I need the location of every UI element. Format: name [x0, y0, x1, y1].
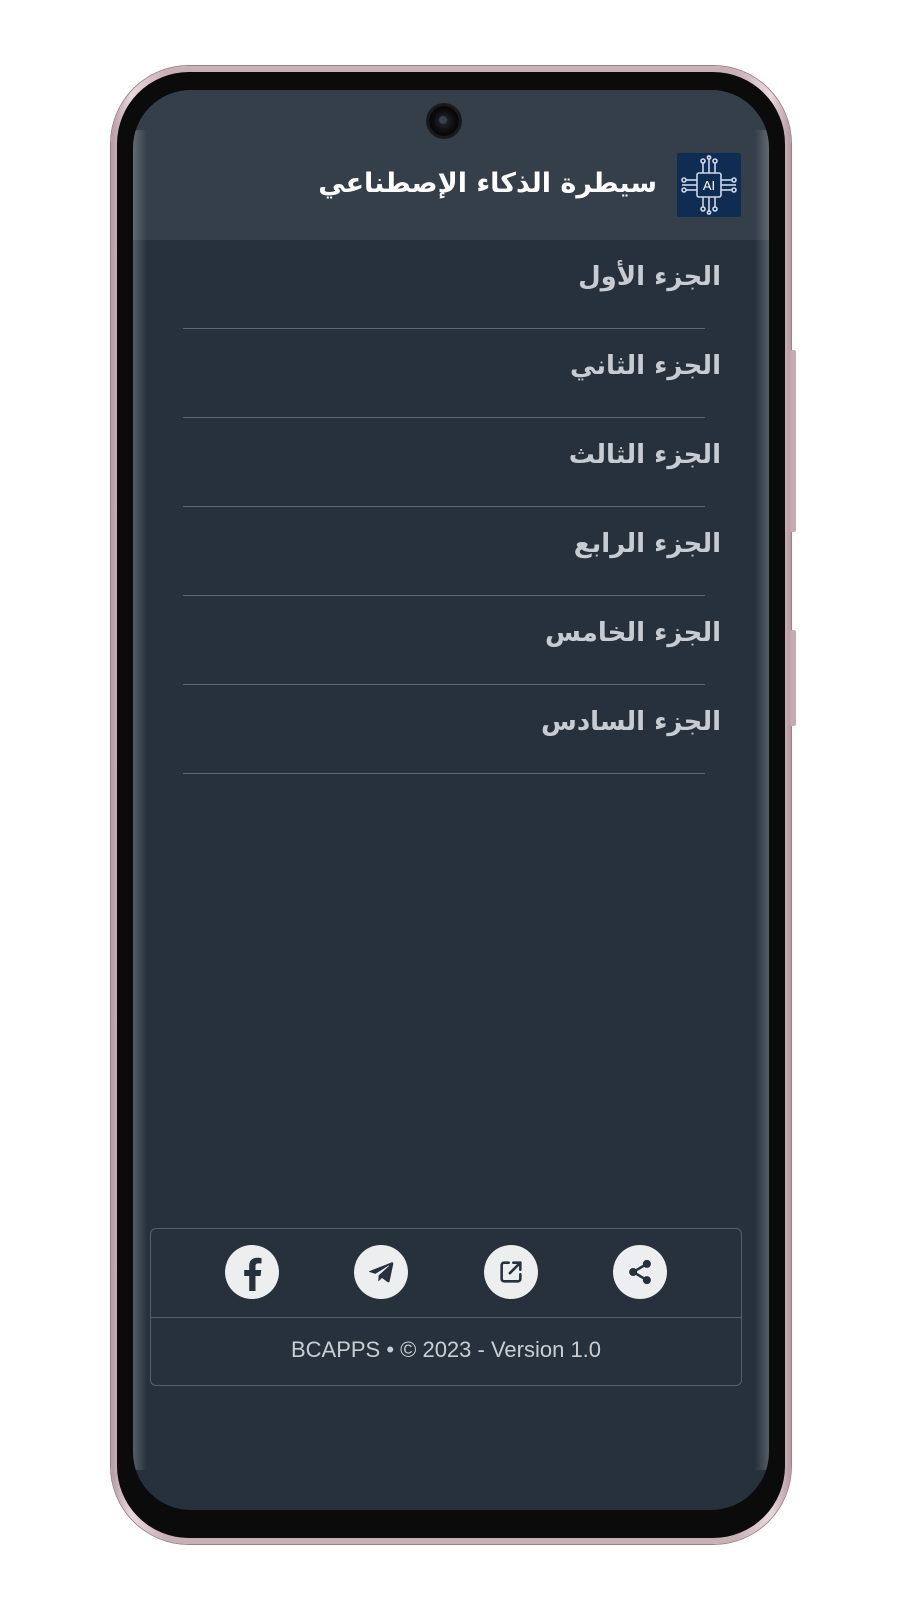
chapter-item-5[interactable]: الجزء الخامس: [133, 596, 769, 685]
phone-frame: AI سيطرة الذكاء الإصطناعي الجزء الأول ال…: [111, 66, 796, 1544]
chapter-item-2[interactable]: الجزء الثاني: [133, 329, 769, 418]
chapter-label: الجزء الثالث: [568, 440, 721, 470]
app-screen: AI سيطرة الذكاء الإصطناعي الجزء الأول ال…: [133, 90, 769, 1510]
volume-button: [790, 350, 796, 532]
social-bar: [151, 1229, 741, 1318]
telegram-button[interactable]: [354, 1245, 408, 1299]
chapter-label: الجزء الرابع: [573, 529, 721, 559]
chapter-item-1[interactable]: الجزء الأول: [133, 240, 769, 329]
chapter-item-6[interactable]: الجزء السادس: [133, 685, 769, 774]
chapter-item-4[interactable]: الجزء الرابع: [133, 507, 769, 596]
front-camera: [429, 106, 459, 136]
logo-text: AI: [703, 178, 715, 193]
chapter-label: الجزء الثاني: [569, 351, 721, 381]
app-logo: AI: [677, 153, 741, 217]
chapter-list: الجزء الأول الجزء الثاني الجزء الثالث ال…: [133, 240, 769, 774]
chapter-item-3[interactable]: الجزء الثالث: [133, 418, 769, 507]
open-external-button[interactable]: [484, 1245, 538, 1299]
power-button: [790, 630, 796, 726]
chapter-label: الجزء الخامس: [545, 618, 721, 648]
facebook-button[interactable]: [225, 1245, 279, 1299]
copyright-text: BCAPPS • © 2023 - Version 1.0: [290, 1337, 602, 1362]
ai-chip-icon: AI: [681, 155, 737, 215]
chapter-label: الجزء السادس: [540, 707, 721, 737]
phone-bezel: AI سيطرة الذكاء الإصطناعي الجزء الأول ال…: [117, 72, 785, 1538]
open-external-icon: [500, 1261, 522, 1283]
footer-card: BCAPPS • © 2023 - Version 1.0: [150, 1228, 742, 1386]
app-title: سيطرة الذكاء الإصطناعي: [318, 168, 657, 199]
divider: [183, 773, 705, 774]
chapter-label: الجزء الأول: [578, 262, 721, 292]
share-icon: [629, 1259, 651, 1285]
telegram-icon: [368, 1262, 394, 1283]
facebook-icon: [244, 1257, 262, 1291]
share-button[interactable]: [613, 1245, 667, 1299]
